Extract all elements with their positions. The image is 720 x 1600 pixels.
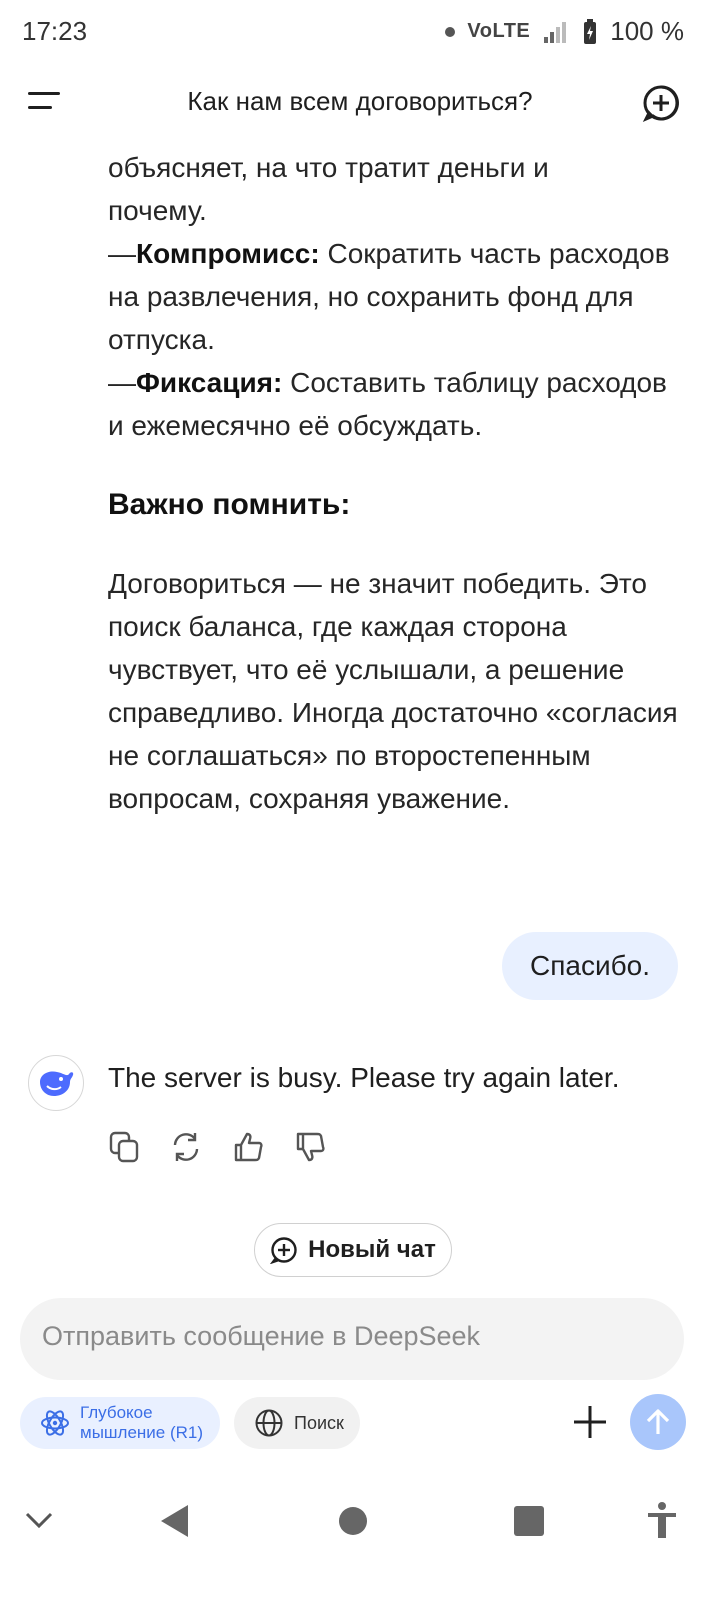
assistant-answer: объясняет, на что тратит деньги и почему… (108, 146, 688, 820)
chevron-down-icon[interactable] (24, 1500, 54, 1540)
signal-icon (544, 21, 567, 43)
compromise-label: Компромисс: (136, 238, 320, 269)
list-item-compromise: —Компромисс: Сократить часть расходов на… (108, 232, 688, 361)
atom-icon (41, 1410, 69, 1436)
globe-icon (255, 1409, 283, 1437)
recents-icon[interactable] (513, 1506, 545, 1536)
arrow-up-icon (646, 1409, 670, 1434)
new-chat-icon (270, 1237, 297, 1264)
back-icon[interactable] (158, 1502, 192, 1540)
chat-title: Как нам всем договориться? (187, 86, 533, 116)
regenerate-icon[interactable] (170, 1130, 202, 1164)
new-chat-button[interactable]: Новый чат (254, 1223, 452, 1277)
status-indicators: VoLTE 100 % (445, 16, 684, 47)
search-label: Поиск (294, 1412, 344, 1433)
answer-line: объясняет, на что тратит деньги и (108, 152, 549, 183)
answer-line: почему. (108, 195, 207, 226)
thumbs-up-icon[interactable] (232, 1130, 264, 1164)
copy-icon[interactable] (108, 1130, 140, 1164)
deep-think-toggle[interactable]: Глубокое мышление (R1) (20, 1397, 220, 1449)
bot-reply-text: The server is busy. Please try again lat… (108, 1062, 620, 1093)
message-composer (20, 1298, 684, 1380)
important-heading: Важно помнить: (108, 488, 351, 521)
home-icon[interactable] (338, 1506, 368, 1536)
deep-think-label: Глубокое мышление (R1) (80, 1403, 204, 1442)
battery-percent: 100 % (610, 16, 684, 46)
dash: — (108, 238, 136, 269)
important-text: Договориться — не значит победить. Это п… (108, 568, 678, 814)
fixation-label: Фиксация: (136, 367, 283, 398)
list-item-fixation: —Фиксация: Составить таблицу расходов и … (108, 361, 688, 447)
new-chat-icon[interactable] (642, 84, 680, 122)
thumbs-down-icon[interactable] (294, 1130, 326, 1164)
battery-charging-icon (584, 18, 597, 44)
plus-icon[interactable] (572, 1404, 608, 1440)
status-time: 17:23 (22, 16, 88, 46)
new-chat-label: Новый чат (308, 1236, 436, 1263)
dash: — (108, 367, 136, 398)
deepseek-logo-icon (28, 1055, 84, 1111)
user-message-bubble: Спасибо. (502, 932, 678, 1000)
send-button[interactable] (630, 1394, 686, 1450)
menu-icon[interactable] (24, 82, 64, 122)
accessibility-icon[interactable] (646, 1500, 678, 1540)
notification-dot-icon (445, 26, 456, 37)
message-actions (108, 1130, 326, 1164)
message-input[interactable] (40, 1320, 664, 1353)
volte-indicator: VoLTE (467, 20, 531, 42)
search-toggle[interactable]: Поиск (234, 1397, 360, 1449)
